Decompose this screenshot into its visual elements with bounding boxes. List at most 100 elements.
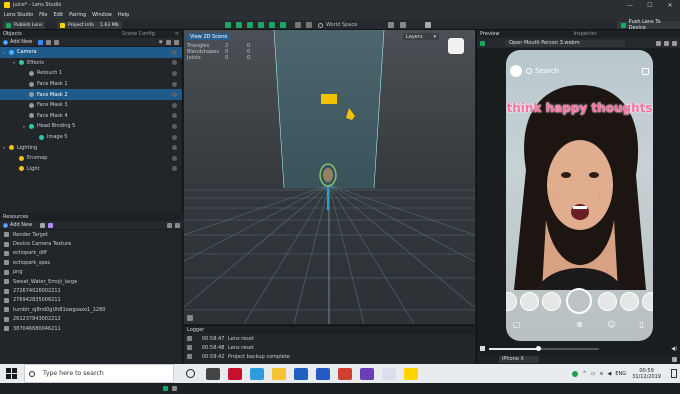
- visibility-toggle-icon[interactable]: [172, 155, 177, 161]
- visibility-toggle-icon[interactable]: [172, 92, 177, 98]
- panel-options-icon[interactable]: ≡: [175, 31, 179, 37]
- wifi-icon[interactable]: ≋: [599, 371, 603, 377]
- flip-icon[interactable]: [388, 22, 394, 28]
- eye-icon[interactable]: ◉: [159, 39, 163, 45]
- chrome-icon[interactable]: [338, 367, 352, 380]
- discover-icon[interactable]: ▯: [637, 320, 646, 329]
- resize-icon[interactable]: [172, 386, 177, 391]
- layer-icon[interactable]: [38, 39, 44, 45]
- lens-explore-icon[interactable]: ☺: [607, 320, 616, 329]
- preview-source-icon[interactable]: [480, 40, 485, 46]
- resource-item[interactable]: Device Camera Texture: [0, 239, 183, 248]
- preview-tab[interactable]: Preview: [480, 31, 499, 37]
- objects-add-new-button[interactable]: + Add New: [3, 39, 32, 45]
- visibility-toggle-icon[interactable]: [172, 134, 177, 140]
- transform-tool-icon[interactable]: [280, 22, 286, 28]
- objects-title[interactable]: Objects: [3, 31, 22, 37]
- visibility-filter-icon[interactable]: [54, 39, 60, 45]
- playback-slider[interactable]: [489, 345, 599, 351]
- clock[interactable]: 00:59 31/12/2019: [632, 368, 661, 380]
- lens-carousel-item[interactable]: [506, 292, 517, 311]
- close-button[interactable]: ✕: [660, 0, 680, 10]
- lens-carousel[interactable]: [506, 288, 653, 314]
- inspector-tab[interactable]: Inspector: [573, 31, 596, 37]
- menu-help[interactable]: Help: [118, 12, 129, 18]
- resource-item[interactable]: png: [0, 268, 183, 277]
- resource-item[interactable]: echopark_spec: [0, 258, 183, 267]
- close-lens-icon[interactable]: ⊗: [575, 320, 584, 329]
- copy-icon[interactable]: [656, 40, 661, 46]
- hierarchy-item[interactable]: Image 5: [0, 132, 182, 143]
- tray-app-icon[interactable]: [572, 370, 579, 377]
- visibility-toggle-icon[interactable]: [172, 81, 177, 87]
- lens-carousel-item[interactable]: [598, 292, 617, 311]
- maximize-button[interactable]: ☐: [640, 0, 660, 10]
- status-icon[interactable]: [163, 386, 168, 391]
- import-icon[interactable]: [48, 222, 54, 228]
- taskbar-search[interactable]: Type here to search: [24, 364, 174, 383]
- visibility-toggle-icon[interactable]: [172, 113, 177, 119]
- task-view-icon[interactable]: [206, 367, 220, 380]
- language-indicator[interactable]: ENG: [615, 371, 626, 377]
- visibility-toggle-icon[interactable]: [172, 102, 177, 108]
- resource-item[interactable]: tumblr_oj8nd0gUh81swgsaxo1_1280: [0, 305, 183, 314]
- translate-tool-icon[interactable]: [236, 22, 242, 28]
- resource-item[interactable]: Sweat_Water_Emoji_large: [0, 277, 183, 286]
- pause-icon[interactable]: [480, 346, 485, 351]
- menu-lens-studio[interactable]: Lens Studio: [4, 12, 33, 18]
- volume-icon[interactable]: ◀: [608, 371, 612, 377]
- netflix-icon[interactable]: [228, 367, 242, 380]
- resource-item[interactable]: Render Target: [0, 230, 183, 239]
- move-tool-icon[interactable]: [225, 22, 231, 28]
- hierarchy-item[interactable]: Light: [0, 164, 182, 175]
- lens-carousel-item[interactable]: [542, 292, 561, 311]
- hierarchy-item[interactable]: Face Mask 2: [0, 89, 182, 100]
- resource-item[interactable]: echopark_diff: [0, 249, 183, 258]
- hierarchy-item[interactable]: ▾ Effects: [0, 58, 182, 69]
- flip-camera-icon[interactable]: [642, 67, 649, 75]
- volume-icon[interactable]: ◀): [671, 346, 677, 352]
- menu-edit[interactable]: Edit: [53, 12, 63, 18]
- snap-tool-icon[interactable]: [306, 22, 312, 28]
- toggle-preview-icon[interactable]: [400, 22, 406, 28]
- push-lens-button[interactable]: Push Lens To Device: [617, 19, 680, 31]
- refresh-icon[interactable]: [664, 40, 669, 46]
- options-icon[interactable]: [672, 40, 677, 46]
- camera-filter-icon[interactable]: [46, 39, 52, 45]
- device-select[interactable]: iPhone X: [499, 355, 539, 363]
- minimize-button[interactable]: —: [620, 0, 640, 10]
- hierarchy-item[interactable]: ▾ Head Binding 5: [0, 121, 182, 132]
- windows-start-icon[interactable]: [6, 368, 17, 379]
- video-source-select[interactable]: Open Mouth Person 3.webm: [505, 39, 625, 47]
- app-icon[interactable]: [360, 367, 374, 380]
- search-icon[interactable]: [174, 39, 179, 45]
- cortana-icon[interactable]: [186, 369, 195, 378]
- hierarchy-item[interactable]: Face Mask 3: [0, 100, 182, 111]
- phone-preview[interactable]: ♪ ♪ Search think happy thoughts ▢ ⊗ ☺ ▯: [506, 50, 653, 341]
- visibility-toggle-icon[interactable]: [172, 49, 177, 55]
- notifications-icon[interactable]: [671, 369, 677, 378]
- menu-file[interactable]: File: [39, 12, 47, 18]
- menu-window[interactable]: Window: [92, 12, 112, 18]
- resource-item[interactable]: 276942835006211: [0, 296, 183, 305]
- snap-search-bar[interactable]: Search: [510, 64, 649, 78]
- rect-tool-icon[interactable]: [269, 22, 275, 28]
- world-space-toggle[interactable]: World Space: [318, 21, 357, 29]
- playback-handle[interactable]: [536, 345, 542, 351]
- file-explorer-icon[interactable]: [272, 367, 286, 380]
- pivot-tool-icon[interactable]: [295, 22, 301, 28]
- scale-tool-icon[interactable]: [258, 22, 264, 28]
- resource-item[interactable]: 272674026002211: [0, 286, 183, 295]
- lens-studio-taskbar-icon[interactable]: [404, 367, 418, 380]
- chevron-up-icon[interactable]: ^: [582, 371, 586, 377]
- store-icon[interactable]: [250, 367, 264, 380]
- hierarchy-item[interactable]: Face Mask 4: [0, 111, 182, 122]
- word-icon[interactable]: [316, 367, 330, 380]
- hierarchy-item[interactable]: ▾ Camera: [0, 47, 182, 58]
- hierarchy-item[interactable]: Retouch 1: [0, 68, 182, 79]
- layers-dropdown[interactable]: Layers ▾: [403, 33, 439, 40]
- scene-config-tab[interactable]: Scene Config: [122, 31, 155, 37]
- viewport-settings-icon[interactable]: [187, 315, 193, 321]
- resources-add-new-button[interactable]: + Add New: [3, 222, 32, 228]
- folder-icon[interactable]: [40, 222, 46, 228]
